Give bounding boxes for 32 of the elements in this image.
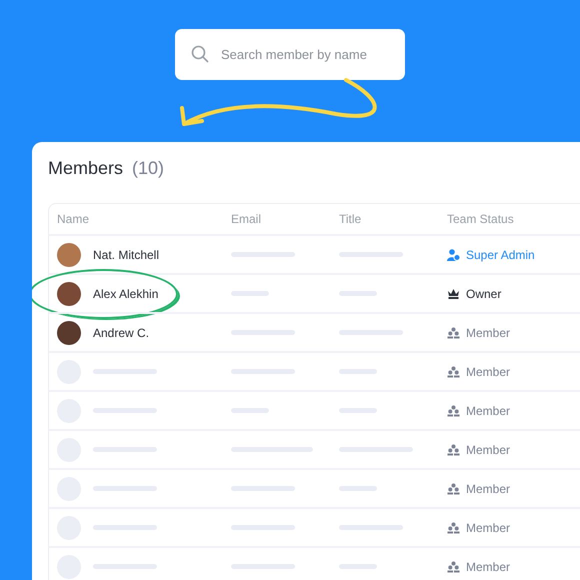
member-count: (10) xyxy=(132,158,164,179)
status-label: Super Admin xyxy=(466,248,535,262)
crown-icon xyxy=(447,288,460,299)
search-icon xyxy=(191,45,209,63)
person-icon xyxy=(447,248,460,260)
status-label: Member xyxy=(466,364,510,378)
column-header: Email xyxy=(231,212,262,226)
group-icon xyxy=(447,560,460,572)
status-label: Member xyxy=(466,442,510,456)
search-field[interactable]: Search member by name xyxy=(175,29,405,80)
group-icon xyxy=(447,366,460,378)
status-label: Member xyxy=(466,560,510,574)
group-icon xyxy=(447,482,460,494)
avatar xyxy=(57,282,81,306)
status-label: Member xyxy=(466,326,510,340)
column-header: Team Status xyxy=(447,212,515,226)
status-label: Member xyxy=(466,520,510,534)
group-icon xyxy=(447,326,460,338)
member-name: Alex Alekhin xyxy=(93,286,158,300)
status-label: Owner xyxy=(466,286,502,300)
group-icon xyxy=(447,444,460,456)
member-name: Nat. Mitchell xyxy=(93,248,160,262)
status-label: Member xyxy=(466,482,510,496)
panel-title: Members xyxy=(48,158,124,179)
group-icon xyxy=(447,404,460,416)
column-header: Name xyxy=(57,212,90,226)
group-icon xyxy=(447,522,460,534)
member-name: Andrew C. xyxy=(93,326,150,340)
avatar xyxy=(57,320,81,344)
column-header: Title xyxy=(339,212,362,226)
status-label: Member xyxy=(466,404,510,418)
avatar xyxy=(57,242,81,266)
